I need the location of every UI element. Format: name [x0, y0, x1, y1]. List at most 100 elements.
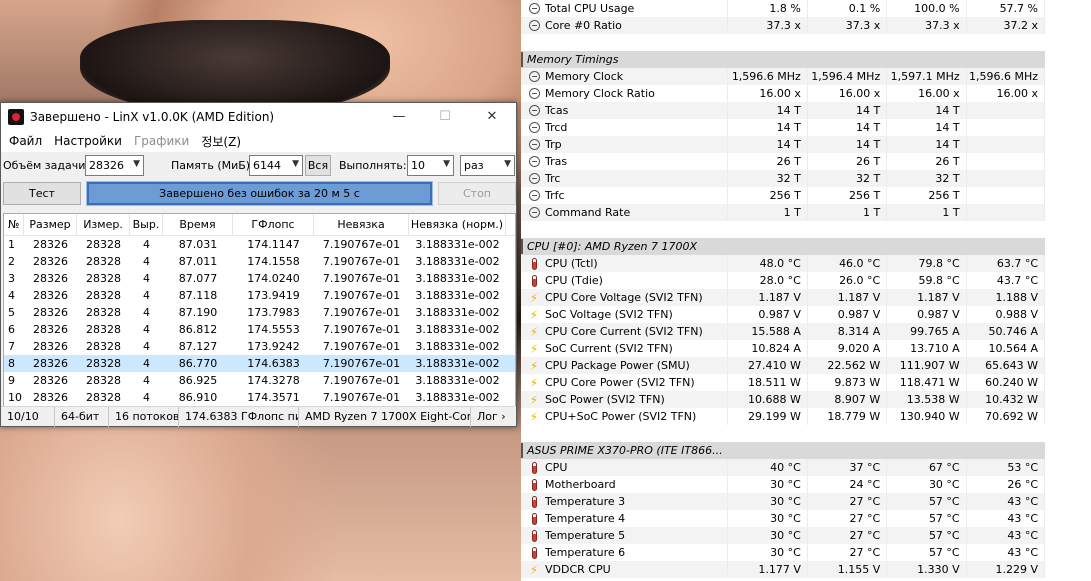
table-row[interactable]: 1 28326 28328 4 87.031 174.1147 7.190767e-01 3.… [4, 236, 515, 253]
sensor-row[interactable]: ⚡ CPU Core Power (SVI2 TFN) 18.511 W 9.873 … [521, 374, 1046, 391]
sensor-name: Trcd [545, 121, 568, 134]
close-button[interactable]: ✕ [469, 103, 515, 130]
sensor-row[interactable]: ⚡ SoC Power (SVI2 TFN) 10.688 W 8.907 W 13.5… [521, 391, 1046, 408]
stop-button[interactable]: Стоп [438, 182, 516, 205]
sensor-row[interactable]: Temperature 5 30 °C 27 °C 57 °C 43 °C [521, 527, 1046, 544]
sensor-row[interactable]: Tcas 14 T 14 T 14 T [521, 102, 1046, 119]
table-row[interactable]: 9 28326 28328 4 86.925 174.3278 7.190767e-01 3.… [4, 372, 515, 389]
gauge-icon [527, 121, 541, 135]
table-cell: 174.3571 [247, 391, 300, 404]
sensor-row[interactable]: Temperature 4 30 °C 27 °C 57 °C 43 °C [521, 510, 1046, 527]
sensor-min: 1.187 V [806, 289, 886, 306]
chevron-down-icon: ▼ [292, 159, 299, 169]
sensor-name: CPU Core Voltage (SVI2 TFN) [545, 291, 703, 304]
col-gflops[interactable]: ГФлопс [233, 214, 314, 236]
col-residual[interactable]: Невязка [314, 214, 409, 236]
table-cell: 4 [143, 306, 150, 319]
sensor-current: 14 T [727, 136, 806, 153]
sensor-row[interactable]: Temperature 3 30 °C 27 °C 57 °C 43 °C [521, 493, 1046, 510]
linx-app-icon [8, 108, 24, 125]
table-cell: 3.188331e-002 [415, 323, 500, 336]
all-memory-button[interactable]: Вся [305, 155, 331, 176]
sensor-row[interactable]: ⚡ CPU Core Current (SVI2 TFN) 15.588 A 8.31… [521, 323, 1046, 340]
sensor-row[interactable]: ⚡ SoC Current (SVI2 TFN) 10.824 A 9.020 A 13… [521, 340, 1046, 357]
col-residual-norm[interactable]: Невязка (норм.) [409, 214, 506, 236]
table-cell: 28328 [86, 323, 121, 336]
sensor-row[interactable]: ⚡ CPU Core Voltage (SVI2 TFN) 1.187 V 1.187… [521, 289, 1046, 306]
col-size[interactable]: Размер [24, 214, 77, 236]
table-cell: 6 [8, 323, 15, 336]
run-count-combo[interactable]: 10 ▼ [407, 155, 454, 176]
col-dimension[interactable]: Измер. [77, 214, 130, 236]
menu-file[interactable]: Файл [3, 134, 48, 148]
table-row[interactable]: 10 28326 28328 4 86.910 174.3571 7.190767e-01 3… [4, 389, 515, 406]
menu-graphs[interactable]: Графики [128, 134, 195, 148]
sensor-name: Motherboard [545, 478, 616, 491]
menu-settings[interactable]: Настройки [48, 134, 128, 148]
problem-size-label: Объём задачи: [3, 159, 90, 172]
col-time[interactable]: Время [163, 214, 233, 236]
sensor-row[interactable]: Temperature 6 30 °C 27 °C 57 °C 43 °C [521, 544, 1046, 561]
table-row[interactable]: 8 28326 28328 4 86.770 174.6383 7.190767e-01 3.… [4, 355, 515, 372]
sensor-row[interactable]: ⚡ VDDCR CPU 1.177 V 1.155 V 1.330 V 1.229 V [521, 561, 1046, 578]
problem-size-combo[interactable]: 28326 ▼ [85, 155, 144, 176]
sensor-row[interactable]: Total CPU Usage 1.8 % 0.1 % 100.0 % 57.7 % [521, 0, 1046, 17]
maximize-button[interactable]: ☐ [422, 103, 468, 130]
sensor-group-header[interactable]: Memory Timings [521, 51, 1045, 68]
table-cell: 7.190767e-01 [322, 255, 401, 268]
sensor-min: 14 T [806, 102, 886, 119]
table-row[interactable]: 5 28326 28328 4 87.190 173.7983 7.190767e-01 3.… [4, 304, 515, 321]
table-cell: 3.188331e-002 [415, 238, 500, 251]
table-cell: 4 [143, 357, 150, 370]
table-row[interactable]: 6 28326 28328 4 86.812 174.5553 7.190767e-01 3.… [4, 321, 515, 338]
sensor-avg: 50.746 A [965, 323, 1046, 340]
run-unit-combo[interactable]: раз ▼ [460, 155, 515, 176]
sensor-row[interactable]: CPU 40 °C 37 °C 67 °C 53 °C [521, 459, 1046, 476]
sensor-name: Core #0 Ratio [545, 19, 622, 32]
sensor-row[interactable]: Memory Clock Ratio 16.00 x 16.00 x 16.00 x1… [521, 85, 1046, 102]
log-button[interactable]: Лог › [471, 407, 514, 427]
sensor-max: 37.3 x [886, 17, 965, 34]
sensor-row[interactable]: ⚡ SoC Voltage (SVI2 TFN) 0.987 V 0.987 V 0.9… [521, 306, 1046, 323]
table-cell: 3.188331e-002 [415, 374, 500, 387]
col-number[interactable]: № [4, 214, 24, 236]
table-cell: 174.5553 [247, 323, 300, 336]
sensor-row[interactable]: Memory Clock 1,596.6 MHz 1,596.4 MHz 1,597.… [521, 68, 1046, 85]
table-row[interactable]: 7 28326 28328 4 87.127 173.9242 7.190767e-01 3.… [4, 338, 515, 355]
sensor-avg [965, 170, 1046, 187]
sensor-row[interactable]: CPU (Tdie) 28.0 °C 26.0 °C 59.8 °C 43.7 °C [521, 272, 1046, 289]
sensor-row[interactable]: ⚡ CPU+SoC Power (SVI2 TFN) 29.199 W 18.779 … [521, 408, 1046, 425]
table-cell: 86.812 [178, 323, 218, 336]
table-row[interactable]: 4 28326 28328 4 87.118 173.9419 7.190767e-01 3.… [4, 287, 515, 304]
sensor-current: 48.0 °C [727, 255, 806, 272]
sensor-row[interactable]: Trp 14 T 14 T 14 T [521, 136, 1046, 153]
sensor-current: 1.177 V [727, 561, 806, 578]
sensor-row[interactable]: ⚡ CPU Package Power (SMU) 27.410 W 22.562 W… [521, 357, 1046, 374]
sensor-row[interactable]: Trc 32 T 32 T 32 T [521, 170, 1046, 187]
memory-combo[interactable]: 6144 ▼ [249, 155, 303, 176]
linx-titlebar[interactable]: Завершено - LinX v1.0.0K (AMD Edition) —… [1, 103, 516, 130]
sensor-current: 29.199 W [727, 408, 806, 425]
sensor-row[interactable]: Tras 26 T 26 T 26 T [521, 153, 1046, 170]
sensor-row[interactable]: Core #0 Ratio 37.3 x 37.3 x 37.3 x 37.2 x [521, 17, 1046, 34]
sensor-row[interactable]: Motherboard 30 °C 24 °C 30 °C 26 °C [521, 476, 1046, 493]
sensor-avg [965, 102, 1046, 119]
sensor-group-header[interactable]: ASUS PRIME X370-PRO (ITE IT866... [521, 442, 1045, 459]
sensor-group-header[interactable]: CPU [#0]: AMD Ryzen 7 1700X [521, 238, 1045, 255]
table-cell: 7.190767e-01 [322, 238, 401, 251]
test-button[interactable]: Тест [3, 182, 81, 205]
table-cell: 174.1147 [247, 238, 300, 251]
table-row[interactable]: 3 28326 28328 4 87.077 174.0240 7.190767e-01 3.… [4, 270, 515, 287]
sensor-row[interactable]: Trfc 256 T 256 T 256 T [521, 187, 1046, 204]
sensor-row[interactable]: CPU (Tctl) 48.0 °C 46.0 °C 79.8 °C 63.7 °C [521, 255, 1046, 272]
sensor-current: 30 °C [727, 510, 806, 527]
menu-info[interactable]: 정보(Z) [195, 133, 247, 150]
sensor-row[interactable]: Trcd 14 T 14 T 14 T [521, 119, 1046, 136]
minimize-button[interactable]: — [376, 103, 422, 130]
sensor-name: Total CPU Usage [545, 2, 635, 15]
sensor-row[interactable]: Command Rate 1 T1 T1 T [521, 204, 1046, 221]
col-alignment[interactable]: Выр. [130, 214, 163, 236]
table-cell: 28328 [86, 340, 121, 353]
table-row[interactable]: 2 28326 28328 4 87.011 174.1558 7.190767e-01 3.… [4, 253, 515, 270]
table-cell: 28328 [86, 272, 121, 285]
